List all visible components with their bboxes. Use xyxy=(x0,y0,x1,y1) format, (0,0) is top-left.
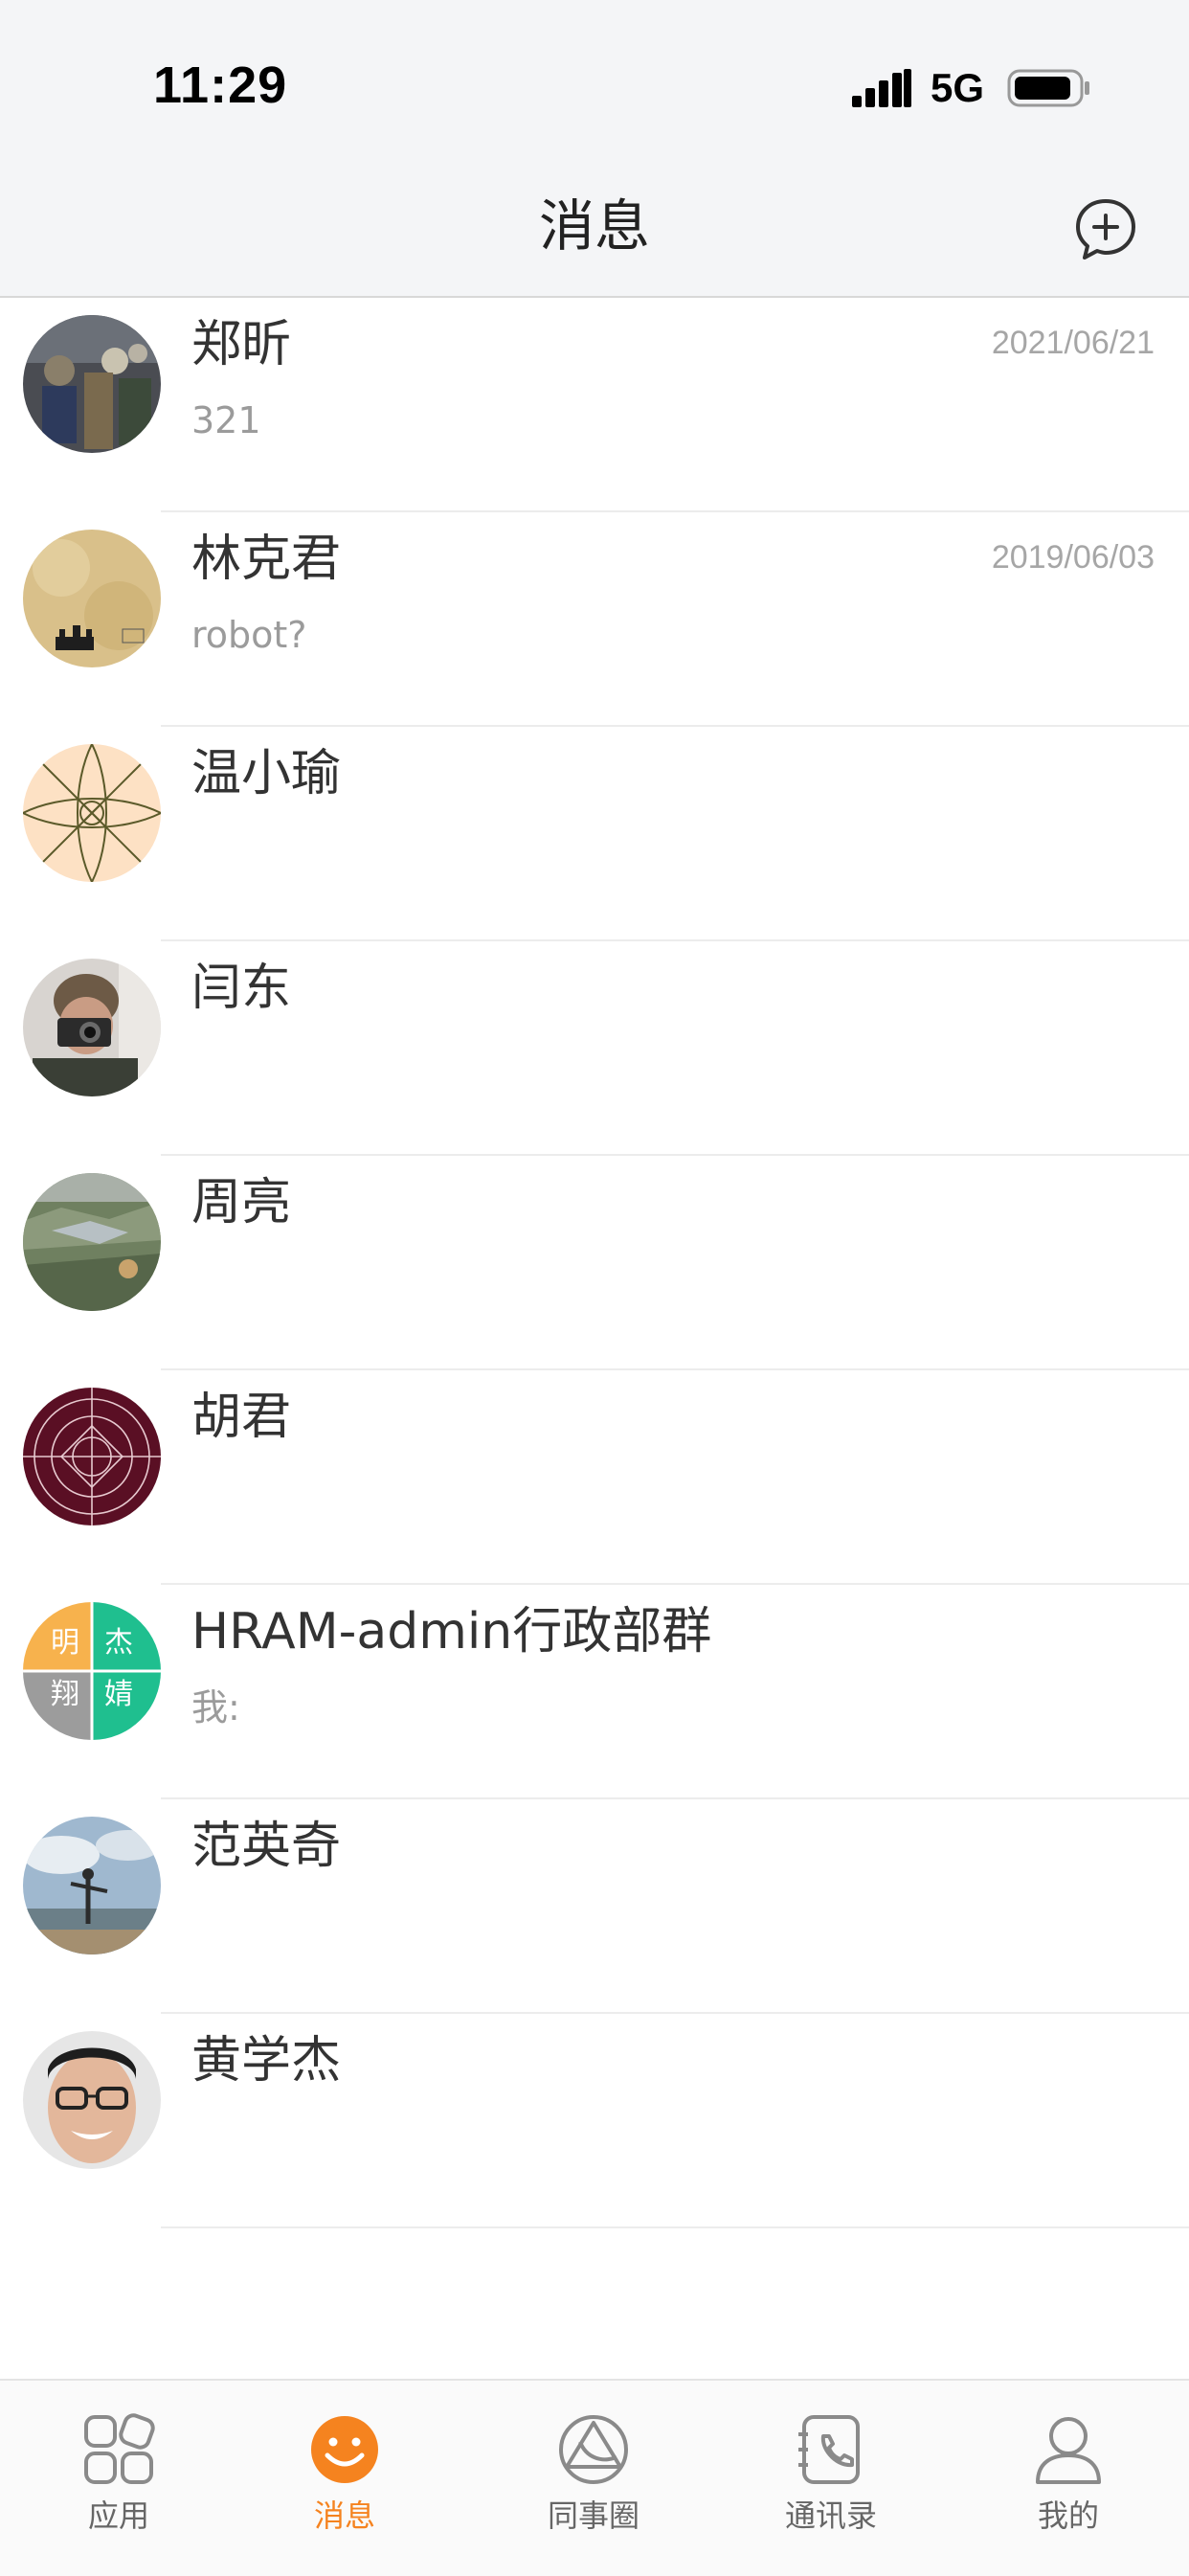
battery-icon xyxy=(1007,69,1089,107)
avatar xyxy=(23,744,161,882)
tab-label: 应用 xyxy=(87,2497,149,2534)
contact-name: 温小瑜 xyxy=(191,745,342,802)
contact-name: 范英奇 xyxy=(191,1818,342,1875)
tab-profile[interactable]: 我的 xyxy=(950,2381,1187,2576)
contacts-phone-icon xyxy=(798,2415,860,2484)
conversation-item[interactable]: 周亮 xyxy=(0,1156,1189,1370)
conversation-list: 郑昕 321 2021/06/21 林克君 robot? 2019/06/03 xyxy=(0,298,1189,2228)
avatar xyxy=(23,315,161,453)
avatar xyxy=(23,1173,161,1311)
conversation-item[interactable]: 林克君 robot? 2019/06/03 xyxy=(0,512,1189,727)
conversation-item[interactable]: 闫东 xyxy=(0,941,1189,1156)
profile-person-icon xyxy=(1036,2417,1101,2484)
avatar xyxy=(23,959,161,1096)
status-time: 11:29 xyxy=(153,56,288,114)
smiley-message-icon xyxy=(311,2416,378,2483)
page-title: 消息 xyxy=(538,193,650,259)
new-chat-icon[interactable] xyxy=(1072,195,1139,262)
contact-name: 黄学杰 xyxy=(191,2032,342,2090)
signal-strength-icon xyxy=(852,69,911,107)
group-name: HRAM-admin行政部群 xyxy=(191,1603,712,1661)
message-preview: 321 xyxy=(191,399,261,441)
conversation-item[interactable]: 范英奇 xyxy=(0,1799,1189,2014)
contact-name: 周亮 xyxy=(191,1174,292,1232)
contact-name: 闫东 xyxy=(191,960,292,1017)
bottom-tab-bar: 应用 消息 同事圈 通讯录 我的 xyxy=(0,2379,1189,2576)
tab-label: 我的 xyxy=(1037,2497,1099,2534)
contact-name: 林克君 xyxy=(191,531,342,588)
message-date: 2021/06/21 xyxy=(991,325,1155,361)
conversation-item[interactable]: 郑昕 321 2021/06/21 xyxy=(0,298,1189,512)
message-date: 2019/06/03 xyxy=(991,539,1155,576)
message-preview: 我: xyxy=(191,1686,240,1729)
tab-label: 消息 xyxy=(313,2497,375,2534)
tab-label: 通讯录 xyxy=(784,2497,877,2534)
tab-contacts[interactable]: 通讯录 xyxy=(712,2381,950,2576)
group-member-initial: 明 xyxy=(51,1626,79,1660)
header-bar: 11:29 5G 消息 xyxy=(0,0,1189,298)
avatar xyxy=(23,530,161,667)
row-divider xyxy=(161,2226,1189,2228)
tab-messages[interactable]: 消息 xyxy=(226,2381,463,2576)
group-member-initial: 婧 xyxy=(104,1678,133,1711)
colleague-circle-icon xyxy=(559,2415,628,2484)
conversation-item[interactable]: 明 杰 翔 婧 HRAM-admin行政部群 我: xyxy=(0,1585,1189,1799)
apps-grid-icon xyxy=(84,2413,155,2484)
network-type: 5G xyxy=(931,65,985,110)
message-preview: robot? xyxy=(191,614,307,656)
tab-colleagues[interactable]: 同事圈 xyxy=(475,2381,712,2576)
contact-name: 郑昕 xyxy=(191,316,292,373)
conversation-item[interactable]: 黄学杰 xyxy=(0,2014,1189,2228)
avatar xyxy=(23,1817,161,1955)
conversation-item[interactable]: 温小瑜 xyxy=(0,727,1189,941)
avatar xyxy=(23,2031,161,2169)
group-avatar: 明 杰 翔 婧 xyxy=(23,1602,161,1740)
tab-apps[interactable]: 应用 xyxy=(0,2381,237,2576)
contact-name: 胡君 xyxy=(191,1389,292,1446)
group-member-initial: 杰 xyxy=(104,1626,133,1660)
conversation-item[interactable]: 胡君 xyxy=(0,1370,1189,1585)
tab-label: 同事圈 xyxy=(547,2497,639,2534)
group-member-initial: 翔 xyxy=(51,1678,79,1711)
avatar xyxy=(23,1388,161,1525)
